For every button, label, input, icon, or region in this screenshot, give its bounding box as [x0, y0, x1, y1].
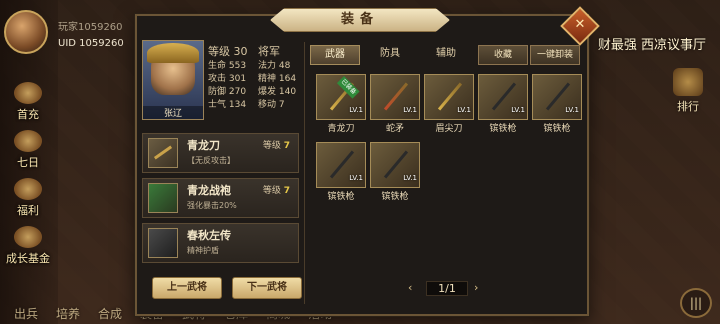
inventory-grid: 已装备 LV.1 青龙刀 LV.1 蛇矛 LV.1 眉尖刀 LV.1 镔铁枪 L… — [312, 68, 582, 273]
unload-all-button[interactable]: 一键卸装 — [530, 45, 580, 65]
bottom-item-craft[interactable]: 合成 — [98, 305, 122, 322]
seven-day-icon — [14, 130, 42, 152]
next-general-button[interactable]: 下一武将 — [232, 277, 302, 299]
prev-page-icon[interactable]: ‹ — [408, 281, 412, 294]
prev-general-button[interactable]: 上一武将 — [152, 277, 222, 299]
next-page-icon[interactable]: › — [474, 281, 478, 294]
sidebar-item-growth-fund[interactable]: 成长基金 — [6, 226, 50, 266]
equipped-armor[interactable]: 青龙战袍 等级 7 强化暴击20% — [142, 178, 299, 218]
collect-button[interactable]: 收藏 — [478, 45, 528, 65]
inventory-item[interactable]: LV.1 眉尖刀 — [424, 74, 474, 136]
player-avatar[interactable] — [4, 10, 48, 54]
hero-portrait[interactable]: 张辽 — [142, 40, 204, 120]
inventory-item[interactable]: LV.1 镔铁枪 — [316, 142, 366, 204]
tab-accessory[interactable]: 辅助 — [422, 45, 470, 63]
sidebar-item-seven-day[interactable]: 七日 — [6, 130, 50, 170]
welfare-icon — [14, 178, 42, 200]
equipped-weapon[interactable]: 青龙刀 等级 7 【无反攻击】 — [142, 133, 299, 173]
inventory-item[interactable]: LV.1 镔铁枪 — [370, 142, 420, 204]
page-indicator: 1/1 — [426, 281, 468, 296]
inventory-item[interactable]: LV.1 蛇矛 — [370, 74, 420, 136]
player-name: 玩家1059260 — [58, 22, 123, 33]
panel-title: 装备 — [270, 8, 450, 32]
rank-button[interactable]: 排行 — [670, 68, 706, 114]
inventory-item[interactable]: 已装备 LV.1 青龙刀 — [316, 74, 366, 136]
hero-helmet-image — [147, 43, 199, 63]
panel-divider — [304, 42, 305, 304]
sidebar-item-first-charge[interactable]: 首充 — [6, 82, 50, 122]
close-icon: ✕ — [574, 17, 586, 32]
player-uid: UID 1059260 — [58, 38, 124, 49]
first-charge-icon — [14, 82, 42, 104]
tab-weapon[interactable]: 武器 — [310, 45, 360, 65]
inventory-item[interactable]: LV.1 镔铁枪 — [532, 74, 582, 136]
bottom-item-troops[interactable]: 出兵 — [14, 305, 38, 322]
sidebar-item-welfare[interactable]: 福利 — [6, 178, 50, 218]
bottom-item-train[interactable]: 培养 — [56, 305, 80, 322]
hero-stats: 等级 30 将军 生命 553 法力 48 攻击 301 精神 164 防御 270 爆… — [208, 44, 308, 112]
growth-fund-icon — [14, 226, 42, 248]
tab-armor[interactable]: 防具 — [366, 45, 414, 63]
armor-icon — [148, 183, 178, 213]
hero-rank: 将军 — [258, 45, 280, 58]
inventory-item[interactable]: LV.1 镔铁枪 — [478, 74, 528, 136]
book-icon — [148, 228, 178, 258]
notice-text: 财最强 西凉议事厅 — [597, 38, 706, 53]
rank-icon — [673, 68, 703, 96]
equipped-accessory[interactable]: 春秋左传 精神护盾 — [142, 223, 299, 263]
menu-icon[interactable]: ||| — [680, 288, 712, 318]
blade-icon — [148, 138, 178, 168]
hero-level: 30 — [233, 45, 248, 58]
pager: ‹ 1/1 › — [408, 281, 484, 297]
hero-name: 张辽 — [143, 106, 203, 119]
